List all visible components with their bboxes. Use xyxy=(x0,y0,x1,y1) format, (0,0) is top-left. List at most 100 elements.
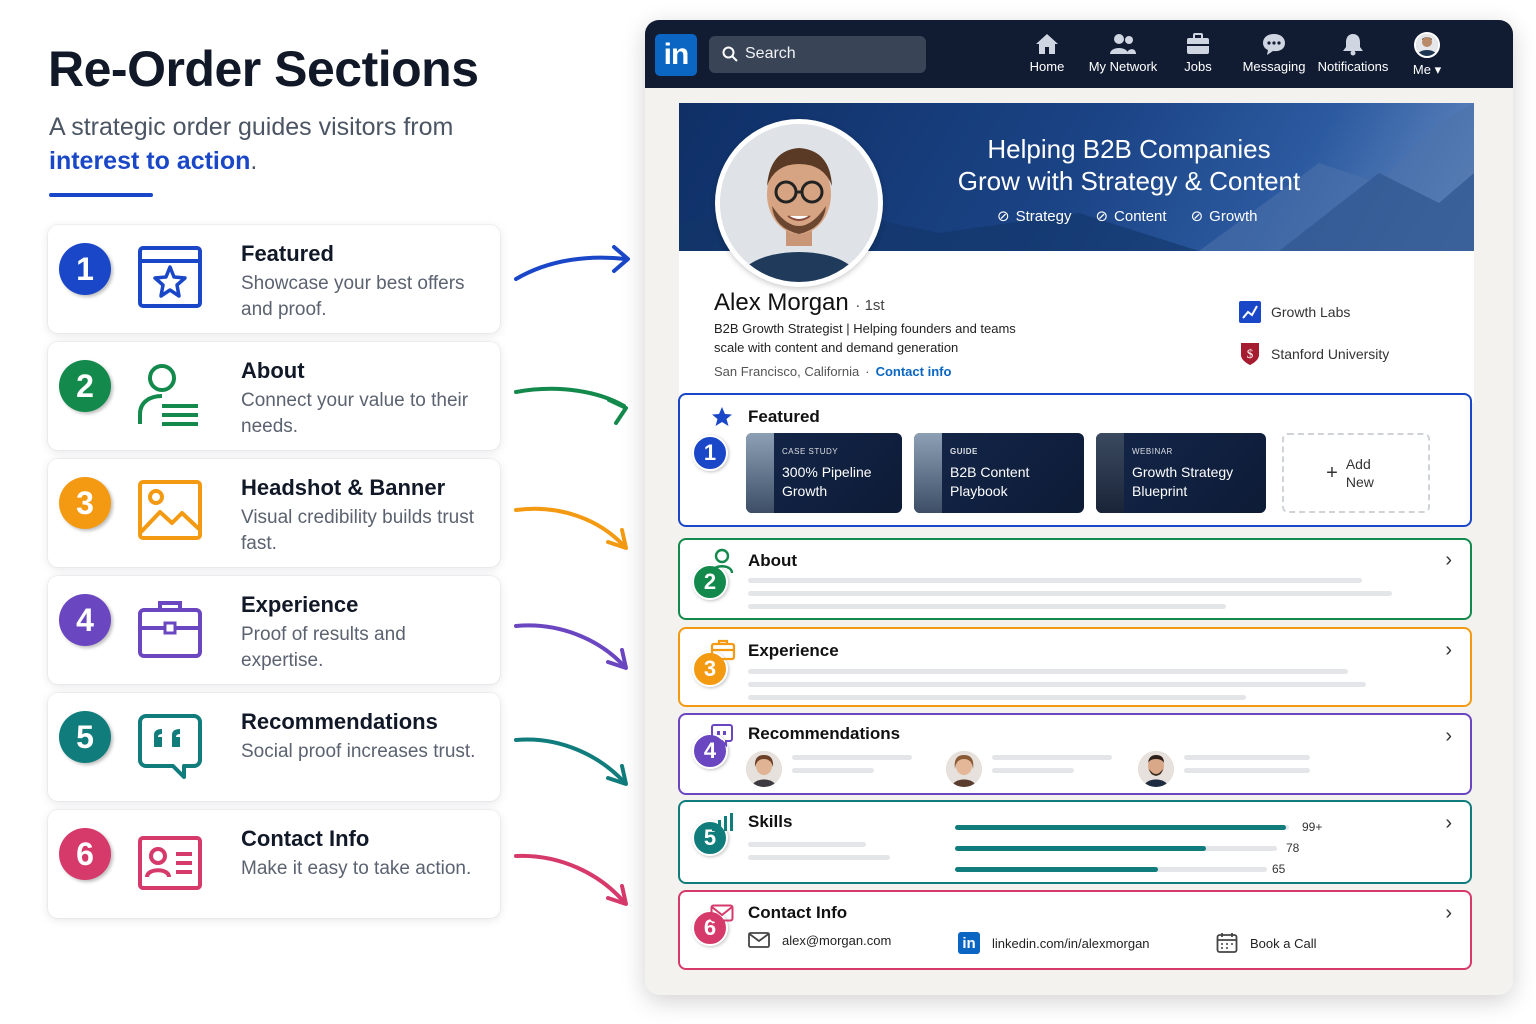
featured-item-case-study[interactable]: CASE STUDY 300% Pipeline Growth xyxy=(746,433,902,513)
recommender-avatar[interactable] xyxy=(946,751,982,787)
skill-fill xyxy=(955,846,1207,851)
profile-header-card: Helping B2B Companies Grow with Strategy … xyxy=(679,103,1474,403)
briefcase-icon xyxy=(138,601,202,658)
person-icon xyxy=(710,548,734,574)
section-skills[interactable]: 5 Skills › 99+ 78 65 xyxy=(678,800,1472,884)
calendar-icon xyxy=(1216,933,1238,953)
search-placeholder: Search xyxy=(745,45,796,62)
page-subtitle: A strategic order guides visitors from i… xyxy=(49,110,469,178)
connection-degree: · 1st xyxy=(855,297,885,314)
step-number: 4 xyxy=(59,594,111,646)
nav-label: Messaging xyxy=(1242,59,1306,74)
contact-email[interactable]: alex@morgan.com xyxy=(748,932,891,948)
section-title: Contact Info xyxy=(748,903,848,922)
linkedin-profile-mockup: in Search Home My Network Jobs Messaging xyxy=(645,20,1513,995)
nav-jobs[interactable]: Jobs xyxy=(1181,32,1215,82)
section-title: Skills xyxy=(748,812,793,831)
recommender-avatar[interactable] xyxy=(1138,751,1174,787)
step-title: About xyxy=(241,358,305,383)
contact-linkedin[interactable]: in linkedin.com/in/alexmorgan xyxy=(958,932,1150,954)
skill-count: 99+ xyxy=(1302,820,1323,834)
skill-count: 78 xyxy=(1286,841,1300,855)
step-number: 3 xyxy=(59,477,111,529)
profile-headshot[interactable] xyxy=(715,119,883,287)
title-underline xyxy=(49,193,153,197)
chevron-right-icon[interactable]: › xyxy=(1445,639,1452,662)
search-icon xyxy=(722,46,738,62)
recommender-avatar[interactable] xyxy=(746,751,782,787)
mail-icon xyxy=(710,904,734,922)
book-call-text: Book a Call xyxy=(1250,935,1317,951)
step-title: Experience xyxy=(241,592,359,617)
chevron-right-icon[interactable]: › xyxy=(1445,812,1452,835)
arrow-to-featured xyxy=(514,245,630,281)
arrow-to-contact xyxy=(514,853,628,906)
step-number: 1 xyxy=(59,243,111,295)
chevron-right-icon[interactable]: › xyxy=(1445,725,1452,748)
section-title: About xyxy=(748,551,798,570)
featured-item-webinar[interactable]: WEBINAR Growth Strategy Blueprint xyxy=(1096,433,1266,513)
section-title: Featured xyxy=(748,407,820,426)
quote-bubble-icon xyxy=(138,714,202,779)
org-stanford[interactable]: $ Stanford University xyxy=(1239,341,1389,367)
network-icon xyxy=(1110,34,1136,54)
featured-item-guide[interactable]: GUIDE B2B Content Playbook xyxy=(914,433,1084,513)
linkedin-logo[interactable]: in xyxy=(655,34,697,76)
star-icon xyxy=(712,407,732,426)
image-icon xyxy=(138,480,202,540)
add-featured-button[interactable]: + Add New xyxy=(1282,433,1430,513)
step-description: Connect your value to their needs. xyxy=(241,390,469,437)
banner-tag: ⊘ Content xyxy=(1095,207,1167,226)
step-card-featured: 1 Featured Showcase your best offers and… xyxy=(48,225,500,333)
email-text: alex@morgan.com xyxy=(782,932,892,948)
nav-messaging[interactable]: Messaging xyxy=(1241,32,1307,82)
step-description: Social proof increases trust. xyxy=(241,741,476,762)
chevron-right-icon[interactable]: › xyxy=(1445,549,1452,572)
placeholder-line xyxy=(748,842,866,847)
subtitle-accent: interest to action xyxy=(49,147,251,175)
skill-fill xyxy=(955,867,1158,872)
star-card-icon xyxy=(138,246,202,308)
skill-count: 65 xyxy=(1272,862,1286,876)
jobs-icon xyxy=(1187,33,1209,54)
home-icon xyxy=(1036,34,1058,54)
banner-tag: ⊘ Growth xyxy=(1190,207,1258,226)
search-input[interactable]: Search xyxy=(709,36,926,73)
placeholder-line xyxy=(748,578,1362,583)
profile-location-row: San Francisco, California · Contact info xyxy=(714,364,952,379)
step-number: 2 xyxy=(59,360,111,412)
contact-card-icon xyxy=(138,836,202,890)
profile-name: Alex Morgan xyxy=(714,289,849,316)
nav-home[interactable]: Home xyxy=(1025,32,1069,82)
chevron-down-icon: ▾ xyxy=(1434,62,1442,77)
step-card-experience: 4 Experience Proof of results and expert… xyxy=(48,576,500,684)
section-title: Experience xyxy=(748,641,839,660)
step-number: 6 xyxy=(59,828,111,880)
section-recommendations[interactable]: 4 Recommendations › xyxy=(678,713,1472,795)
skill-bar xyxy=(955,867,1267,872)
section-experience[interactable]: 3 Experience › xyxy=(678,627,1472,707)
growth-labs-logo-icon xyxy=(1239,301,1261,323)
step-description: Make it easy to take action. xyxy=(241,858,472,879)
featured-title: B2B Content Playbook xyxy=(950,464,1030,499)
plus-icon: + xyxy=(1326,462,1338,484)
section-contact-info[interactable]: 6 Contact Info › alex@morgan.com in link… xyxy=(678,890,1472,970)
section-about[interactable]: 2 About › xyxy=(678,538,1472,620)
briefcase-icon xyxy=(710,639,736,661)
section-featured: 1 Featured CASE STUDY 300% Pipeline Grow… xyxy=(678,393,1472,527)
nav-label: Jobs xyxy=(1184,59,1212,74)
contact-book-call[interactable]: Book a Call xyxy=(1216,932,1316,954)
quote-bubble-icon xyxy=(711,724,733,747)
nav-label: Notifications xyxy=(1317,59,1389,74)
nav-my-network[interactable]: My Network xyxy=(1085,32,1161,82)
banner-tags: ⊘ Strategy ⊘ Content ⊘ Growth xyxy=(997,207,1258,226)
step-title: Featured xyxy=(241,241,334,266)
nav-notifications[interactable]: Notifications xyxy=(1317,32,1389,82)
contact-info-link[interactable]: Contact info xyxy=(876,364,952,379)
org-growth-labs[interactable]: Growth Labs xyxy=(1239,301,1350,323)
subtitle-end: . xyxy=(250,147,258,175)
chevron-right-icon[interactable]: › xyxy=(1445,902,1452,925)
banner-tag: ⊘ Strategy xyxy=(997,207,1072,226)
step-card-headshot-banner: 3 Headshot & Banner Visual credibility b… xyxy=(48,459,500,567)
nav-me[interactable]: Me ▾ xyxy=(1405,32,1449,82)
